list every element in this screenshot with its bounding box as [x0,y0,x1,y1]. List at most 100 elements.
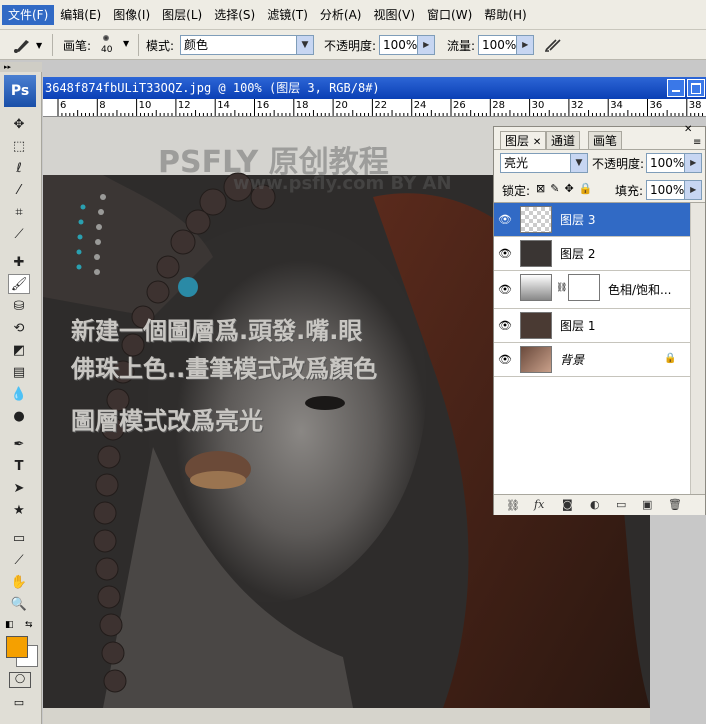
magic-wand-tool-icon[interactable]: ⁄ [8,180,30,200]
hand-tool-icon[interactable]: ✋ [8,572,30,592]
notes-tool-icon[interactable]: ▭ [8,528,30,548]
foreground-color-swatch[interactable] [6,636,28,658]
eraser-tool-icon[interactable]: ◩ [8,340,30,360]
menu-view[interactable]: 视图(V) [367,5,421,25]
ruler-number: 18 [295,100,309,111]
layers-footer: ⛓ fx ◙ ◐ ▭ ▣ 🗑 [494,494,705,515]
adjustment-layer-icon[interactable]: ◐ [590,498,600,511]
path-selection-tool-icon[interactable]: ➤ [8,478,30,498]
eyedropper-tool-icon[interactable]: ⟋ [8,550,30,570]
eye-icon[interactable]: 👁 [497,281,513,297]
lock-position-icon[interactable]: ✥ [564,182,578,195]
new-layer-icon[interactable]: ▣ [642,498,652,511]
link-layers-icon[interactable]: ⛓ [506,499,520,512]
layer-row[interactable]: 👁 ⛓ 色相/饱和... [494,271,690,309]
crop-tool-icon[interactable]: ⌗ [8,202,30,222]
menu-select[interactable]: 选择(S) [208,5,261,25]
opacity-field[interactable]: 100% ▶ [379,35,435,55]
panel-menu-icon[interactable]: ≡ [693,137,701,148]
ruler-number: 10 [138,100,152,111]
type-tool-icon[interactable]: T [8,456,30,476]
menu-edit[interactable]: 编辑(E) [54,5,107,25]
zoom-tool-icon[interactable]: 🔍 [8,594,30,614]
add-mask-icon[interactable]: ◙ [562,498,573,511]
fill-field[interactable]: 100% ▶ [646,180,702,200]
menu-filter[interactable]: 滤镜(T) [261,5,314,25]
ruler-number: 32 [570,100,584,111]
layer-name: 色相/饱和... [608,283,672,297]
menu-file[interactable]: 文件(F) [2,4,55,25]
eye-icon[interactable]: 👁 [497,211,513,227]
history-brush-tool-icon[interactable]: ⟲ [8,318,30,338]
default-colors-icon[interactable]: ◧ [5,620,14,630]
layer-opacity-field[interactable]: 100% ▶ [646,153,702,173]
chevron-right-icon[interactable]: ▶ [516,36,533,54]
eye-icon[interactable]: 👁 [497,317,513,333]
gradient-tool-icon[interactable]: ▤ [8,362,30,382]
toolbox-grip[interactable]: ▸▸ [0,62,42,72]
chevron-right-icon[interactable]: ▶ [684,154,701,172]
tab-channels[interactable]: 通道 [546,131,581,149]
mode-label: 模式: [146,39,175,53]
menu-window[interactable]: 窗口(W) [421,5,478,25]
screen-mode-icon[interactable]: ▭ [9,696,29,710]
quick-mask-icon[interactable]: ◯ [9,672,31,688]
horizontal-scrollbar[interactable] [43,708,650,724]
mode-select[interactable]: 颜色 ▼ [180,35,314,55]
close-icon[interactable]: ✕ [533,137,541,148]
layer-row[interactable]: 👁 图层 2 [494,237,690,271]
airbrush-button[interactable] [542,35,564,55]
blur-tool-icon[interactable]: 💧 [8,384,30,404]
swap-colors-icon[interactable]: ⇆ [25,620,33,630]
brush-picker[interactable]: 40 ▼ [95,33,133,57]
layer-style-icon[interactable]: fx [534,498,544,511]
dodge-tool-icon[interactable]: ● [8,406,30,426]
lock-transparent-icon[interactable]: ⊠ [536,182,550,195]
adjustment-icon [520,274,552,301]
tab-brushes[interactable]: 画笔 [588,131,623,149]
layer-row[interactable]: 👁 图层 3 [494,203,690,237]
brush-label: 画笔: [63,39,92,53]
panel-close-icon[interactable]: ✕ [684,124,692,135]
tab-layers[interactable]: 图层 ✕ [500,131,547,149]
eye-icon[interactable]: 👁 [497,245,513,261]
menu-image[interactable]: 图像(I) [107,5,156,25]
eye-icon[interactable]: 👁 [497,351,513,367]
brush-tool-icon[interactable]: 🖌 [8,274,30,294]
clone-stamp-tool-icon[interactable]: ⛁ [8,296,30,316]
blend-mode-select[interactable]: 亮光 ▼ [500,153,588,173]
document-title-bar[interactable]: 3648f874fbULiT33OQZ.jpg @ 100% (图层 3, RG… [43,77,706,99]
chevron-right-icon[interactable]: ▶ [417,36,434,54]
move-tool-icon[interactable]: ✥ [8,114,30,134]
menu-analysis[interactable]: 分析(A) [314,5,368,25]
maximize-button[interactable] [687,79,705,97]
slice-tool-icon[interactable]: ⟋ [8,224,30,244]
tool-preset-picker[interactable]: ▼ [12,35,48,55]
link-icon[interactable]: ⛓ [556,283,567,293]
pen-tool-icon[interactable]: ✒ [8,434,30,454]
ps-logo[interactable]: Ps [4,75,36,107]
divider [52,34,53,56]
lock-pixels-icon[interactable]: ✎ [550,182,564,195]
chevron-right-icon[interactable]: ▶ [684,181,701,199]
layer-row[interactable]: 👁 背景 🔒 [494,343,690,377]
menu-help[interactable]: 帮助(H) [478,5,532,25]
new-group-icon[interactable]: ▭ [616,498,626,511]
lock-options[interactable]: ⊠✎✥🔒 [536,182,597,195]
horizontal-ruler[interactable]: 6 8 10 12 14 16 18 20 22 24 26 28 30 32 34 36 38 [43,99,706,117]
flow-field[interactable]: 100% ▶ [478,35,534,55]
delete-layer-icon[interactable]: 🗑 [668,498,682,511]
menu-layer[interactable]: 图层(L) [156,5,208,25]
ruler-number: 24 [413,100,427,111]
shape-tool-icon[interactable]: ★ [8,500,30,520]
flow-value: 100% [482,38,517,52]
blend-mode-value: 亮光 [504,156,529,170]
layers-scrollbar[interactable] [690,203,705,495]
layer-row[interactable]: 👁 图层 1 [494,309,690,343]
marquee-tool-icon[interactable]: ⬚ [8,136,30,156]
healing-brush-tool-icon[interactable]: ✚ [8,252,30,272]
minimize-button[interactable] [667,79,685,97]
lock-all-icon[interactable]: 🔒 [579,182,598,195]
ruler-number: 28 [492,100,506,111]
lasso-tool-icon[interactable]: ℓ [8,158,30,178]
